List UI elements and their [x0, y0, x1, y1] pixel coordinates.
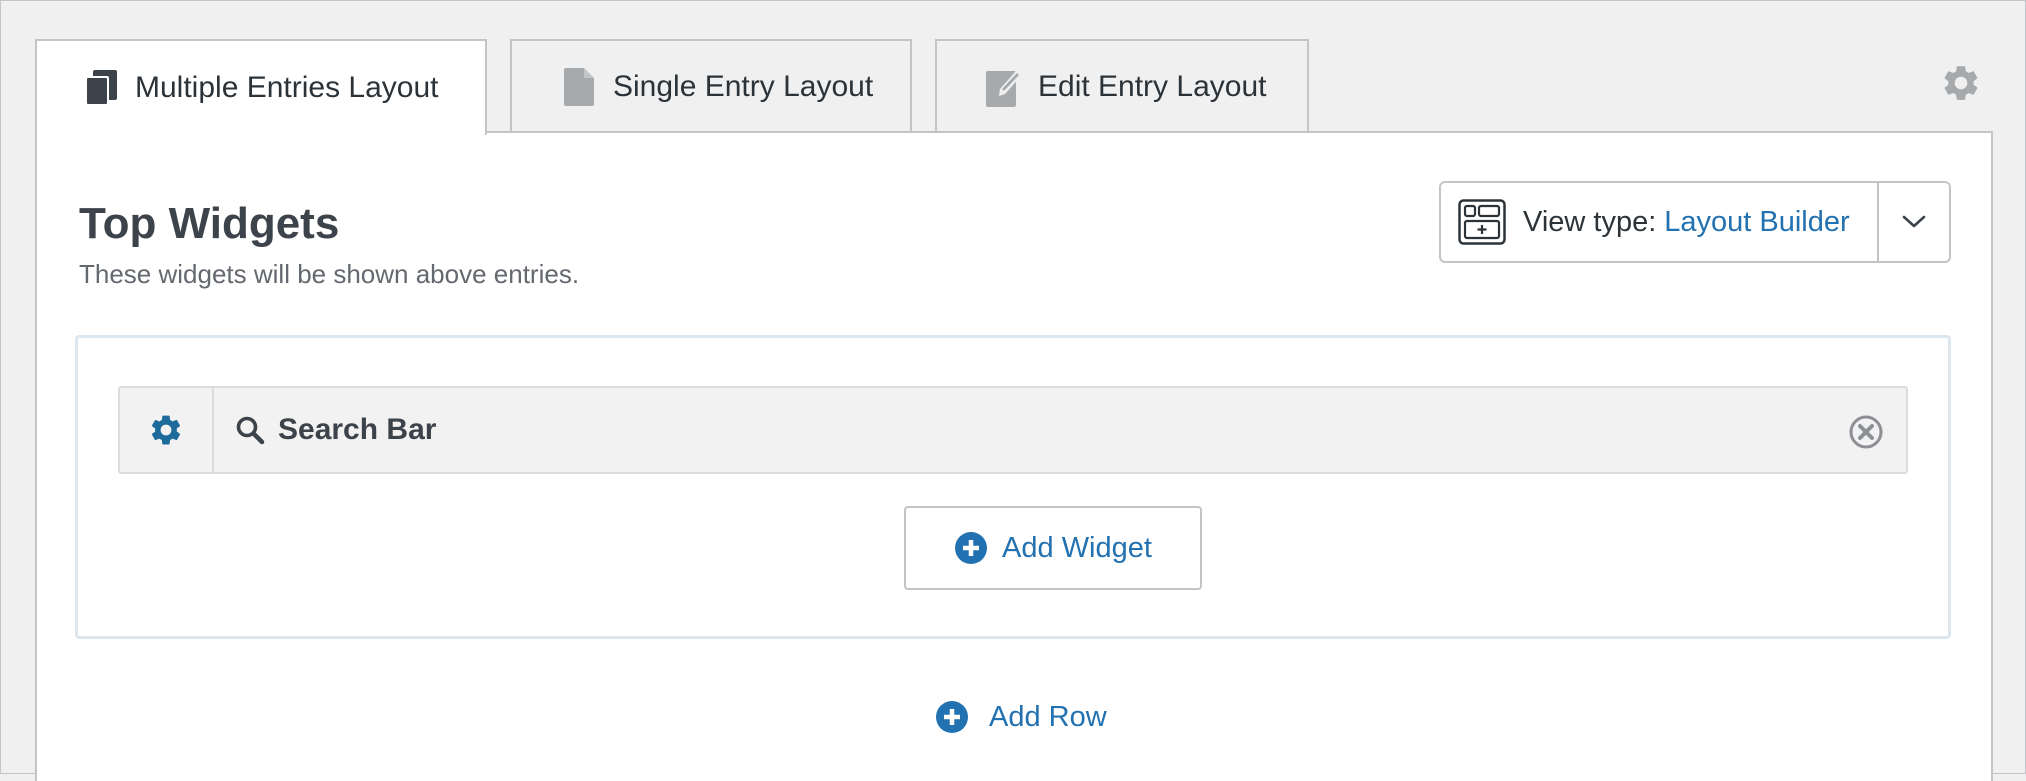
layout-builder-icon: [1457, 197, 1507, 247]
tab-edit-entry-layout[interactable]: Edit Entry Layout: [935, 39, 1309, 132]
layout-panel: Top Widgets These widgets will be shown …: [35, 131, 1993, 781]
view-type-label: View type:: [1523, 205, 1657, 238]
tab-multiple-entries-layout[interactable]: Multiple Entries Layout: [35, 39, 487, 135]
view-type-value: Layout Builder: [1664, 205, 1850, 238]
add-row-button[interactable]: Add Row: [935, 697, 1107, 737]
tab-single-entry-layout[interactable]: Single Entry Layout: [510, 39, 912, 132]
edit-page-icon: [984, 67, 1024, 107]
widget-name: Search Bar: [278, 413, 437, 446]
plus-circle-icon: [954, 531, 988, 565]
widget-item[interactable]: Search Bar: [118, 386, 1908, 474]
tab-label: Edit Entry Layout: [1038, 69, 1267, 103]
plus-circle-icon: [935, 700, 969, 734]
remove-widget-icon[interactable]: [1848, 414, 1884, 450]
tab-label: Multiple Entries Layout: [135, 71, 439, 104]
add-widget-button[interactable]: Add Widget: [904, 506, 1202, 590]
section-title: Top Widgets: [79, 199, 340, 248]
copy-pages-icon: [81, 68, 121, 108]
chevron-down-icon[interactable]: [1879, 183, 1949, 261]
gear-icon[interactable]: [1939, 61, 1983, 105]
app-frame: Multiple Entries Layout Single Entry Lay…: [0, 0, 2026, 781]
add-widget-label: Add Widget: [1002, 531, 1152, 564]
section-description: These widgets will be shown above entrie…: [79, 259, 580, 289]
single-page-icon: [559, 67, 599, 107]
tab-label: Single Entry Layout: [613, 69, 874, 103]
add-row-label: Add Row: [989, 700, 1107, 733]
widget-area: Search Bar Add Widget: [75, 335, 1951, 639]
view-type-selector[interactable]: View type: Layout Builder: [1439, 181, 1951, 263]
search-icon: [234, 414, 266, 446]
widget-settings-gear-icon[interactable]: [120, 388, 214, 472]
